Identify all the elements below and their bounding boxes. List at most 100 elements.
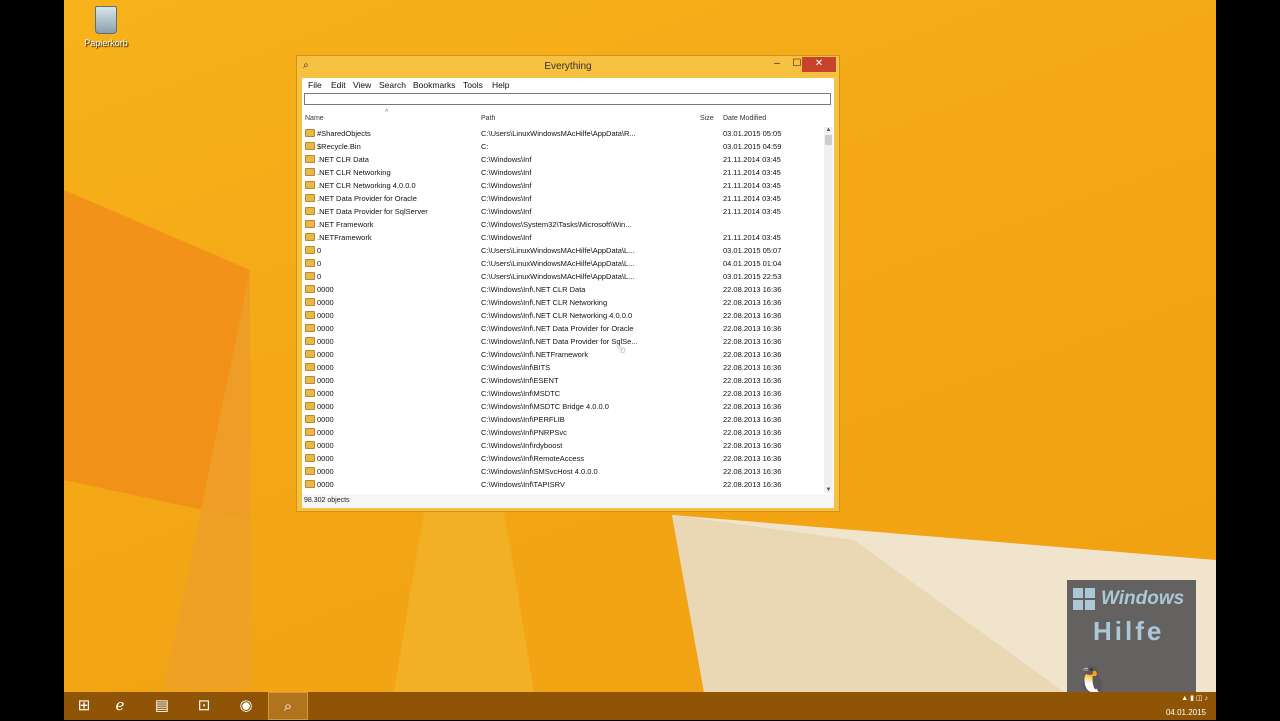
folder-icon: [305, 259, 315, 267]
menu-help[interactable]: Help: [492, 80, 509, 90]
minimize-button[interactable]: –: [771, 57, 783, 72]
table-row[interactable]: 0 C:\Users\LinuxWindowsMAcHilfe\AppData\L…: [302, 257, 824, 270]
row-date: 03.01.2015 05:05: [723, 129, 782, 138]
table-row[interactable]: #SharedObjects C:\Users\LinuxWindowsMAcHi…: [302, 127, 824, 140]
object-count: 98.302 objects: [304, 497, 350, 504]
column-date-modified[interactable]: Date Modified: [723, 115, 766, 122]
row-path: C:\Windows\Inf\TAPISRV: [481, 480, 565, 489]
row-date: 22.08.2013 16:36: [723, 389, 782, 398]
row-path: C:\Windows\Inf: [481, 194, 532, 203]
left-black-bar: [0, 0, 64, 720]
table-row[interactable]: .NETFramework C:\Windows\Inf 21.11.2014 03…: [302, 231, 824, 244]
close-button[interactable]: ✕: [802, 57, 836, 72]
row-date: 22.08.2013 16:36: [723, 337, 782, 346]
table-row[interactable]: 0000 C:\Windows\Inf\.NET CLR Networking 4…: [302, 309, 824, 322]
row-date: 22.08.2013 16:36: [723, 363, 782, 372]
menu-file[interactable]: File: [308, 80, 322, 90]
folder-icon: [305, 467, 315, 475]
menu-tools[interactable]: Tools: [463, 80, 483, 90]
folder-icon: [305, 415, 315, 423]
scroll-down-icon[interactable]: ▼: [824, 487, 833, 493]
table-row[interactable]: 0000 C:\Windows\Inf\ESENT 22.08.2013 16:36: [302, 374, 824, 387]
row-path: C:\Windows\Inf\PNRPSvc: [481, 428, 567, 437]
folder-icon: [305, 350, 315, 358]
row-name: 0: [317, 259, 322, 268]
table-row[interactable]: .NET Framework C:\Windows\System32\Tasks\…: [302, 218, 824, 231]
table-row[interactable]: 0000 C:\Windows\Inf\RemoteAccess 22.08.201…: [302, 452, 824, 465]
folder-icon: [305, 155, 315, 163]
row-name: 0000: [317, 376, 334, 385]
row-date: 21.11.2014 03:45: [723, 194, 781, 203]
column-header: Name ^ Path Size Date Modified: [302, 109, 834, 125]
scroll-up-icon[interactable]: ▲: [824, 127, 833, 133]
table-row[interactable]: 0000 C:\Windows\Inf\.NET Data Provider fo…: [302, 335, 824, 348]
file-explorer-icon[interactable]: ▤: [142, 692, 182, 720]
folder-icon: [305, 337, 315, 345]
folder-icon: [305, 207, 315, 215]
table-row[interactable]: 0000 C:\Windows\Inf\MSDTC Bridge 4.0.0.0 2…: [302, 400, 824, 413]
row-path: C:\Windows\Inf: [481, 207, 532, 216]
column-name[interactable]: Name: [305, 115, 324, 122]
row-path: C:: [481, 142, 489, 151]
scroll-thumb[interactable]: [825, 135, 832, 145]
table-row[interactable]: 0000 C:\Windows\Inf\.NET Data Provider fo…: [302, 322, 824, 335]
row-name: .NET CLR Networking 4.0.0.0: [317, 181, 416, 190]
folder-icon: [305, 441, 315, 449]
table-row[interactable]: .NET CLR Networking C:\Windows\Inf 21.11.2…: [302, 166, 824, 179]
table-row[interactable]: 0000 C:\Windows\Inf\rdyboost 22.08.2013 16…: [302, 439, 824, 452]
everything-window: ⌕ Everything – ☐ ✕ File Edit View Search…: [296, 55, 840, 512]
row-date: 22.08.2013 16:36: [723, 441, 782, 450]
table-row[interactable]: 0 C:\Users\LinuxWindowsMAcHilfe\AppData\L…: [302, 270, 824, 283]
row-date: 22.08.2013 16:36: [723, 311, 782, 320]
row-name: 0000: [317, 415, 334, 424]
system-tray[interactable]: ▲ ▮ ◫ ♪: [1181, 694, 1208, 702]
menu-view[interactable]: View: [353, 80, 371, 90]
table-row[interactable]: .NET CLR Data C:\Windows\Inf 21.11.2014 03…: [302, 153, 824, 166]
row-path: C:\Windows\Inf\ESENT: [481, 376, 559, 385]
table-row[interactable]: 0000 C:\Windows\Inf\SMSvcHost 4.0.0.0 22.0…: [302, 465, 824, 478]
internet-explorer-icon[interactable]: ℯ: [100, 692, 140, 720]
table-row[interactable]: .NET Data Provider for Oracle C:\Windows\…: [302, 192, 824, 205]
table-row[interactable]: .NET CLR Networking 4.0.0.0 C:\Windows\In…: [302, 179, 824, 192]
folder-icon: [305, 142, 315, 150]
row-date: 22.08.2013 16:36: [723, 402, 782, 411]
menu-edit[interactable]: Edit: [331, 80, 346, 90]
column-path[interactable]: Path: [481, 115, 495, 122]
table-row[interactable]: 0000 C:\Windows\Inf\PERFLIB 22.08.2013 16:…: [302, 413, 824, 426]
table-row[interactable]: $Recycle.Bin C: 03.01.2015 04:59: [302, 140, 824, 153]
menu-bookmarks[interactable]: Bookmarks: [413, 80, 456, 90]
folder-icon: [305, 363, 315, 371]
table-row[interactable]: 0000 C:\Windows\Inf\BITS 22.08.2013 16:36: [302, 361, 824, 374]
title-bar[interactable]: ⌕ Everything – ☐ ✕: [297, 56, 839, 78]
row-path: C:\Users\LinuxWindowsMAcHilfe\AppData\L.…: [481, 259, 635, 268]
table-row[interactable]: 0000 C:\Windows\Inf\PNRPSvc 22.08.2013 16:…: [302, 426, 824, 439]
table-row[interactable]: 0 C:\Users\LinuxWindowsMAcHilfe\AppData\L…: [302, 244, 824, 257]
row-name: 0000: [317, 350, 334, 359]
table-row[interactable]: 0000 C:\Windows\Inf\TAPISRV 22.08.2013 16:…: [302, 478, 824, 491]
column-size[interactable]: Size: [700, 115, 714, 122]
table-row[interactable]: .NET Data Provider for SqlServer C:\Windo…: [302, 205, 824, 218]
store-icon[interactable]: ⊡: [184, 692, 224, 720]
start-icon[interactable]: ⊞: [64, 692, 104, 720]
taskbar: ⊞ ℯ ▤ ⊡ ◉ ⌕ ▲ ▮ ◫ ♪ 04.01.2015: [64, 692, 1216, 720]
recycle-bin-shortcut[interactable]: Papierkorb: [82, 6, 130, 48]
row-name: 0: [317, 272, 322, 281]
table-row[interactable]: 0000 C:\Windows\Inf\.NETFramework 22.08.20…: [302, 348, 824, 361]
table-row[interactable]: 0000 C:\Windows\Inf\MSDTC 22.08.2013 16:36: [302, 387, 824, 400]
row-path: C:\Users\LinuxWindowsMAcHilfe\AppData\L.…: [481, 246, 635, 255]
table-row[interactable]: 0000 C:\Windows\Inf\.NET CLR Networking 22…: [302, 296, 824, 309]
menu-search[interactable]: Search: [379, 80, 406, 90]
firefox-icon[interactable]: ◉: [226, 692, 266, 720]
table-row[interactable]: 0000 C:\Windows\Inf\.NET CLR Data 22.08.20…: [302, 283, 824, 296]
search-input[interactable]: [304, 93, 831, 105]
folder-icon: [305, 181, 315, 189]
row-path: C:\Windows\Inf\.NET CLR Networking 4.0.0…: [481, 311, 633, 320]
folder-icon: [305, 324, 315, 332]
row-path: C:\Windows\Inf\.NET Data Provider for Or…: [481, 324, 634, 333]
vertical-scrollbar[interactable]: ▲ ▼: [824, 127, 833, 493]
clock-date[interactable]: 04.01.2015: [1166, 708, 1206, 717]
row-date: 22.08.2013 16:36: [723, 454, 782, 463]
row-date: 21.11.2014 03:45: [723, 155, 781, 164]
everything-taskbar-icon[interactable]: ⌕: [268, 692, 308, 720]
folder-icon: [305, 285, 315, 293]
